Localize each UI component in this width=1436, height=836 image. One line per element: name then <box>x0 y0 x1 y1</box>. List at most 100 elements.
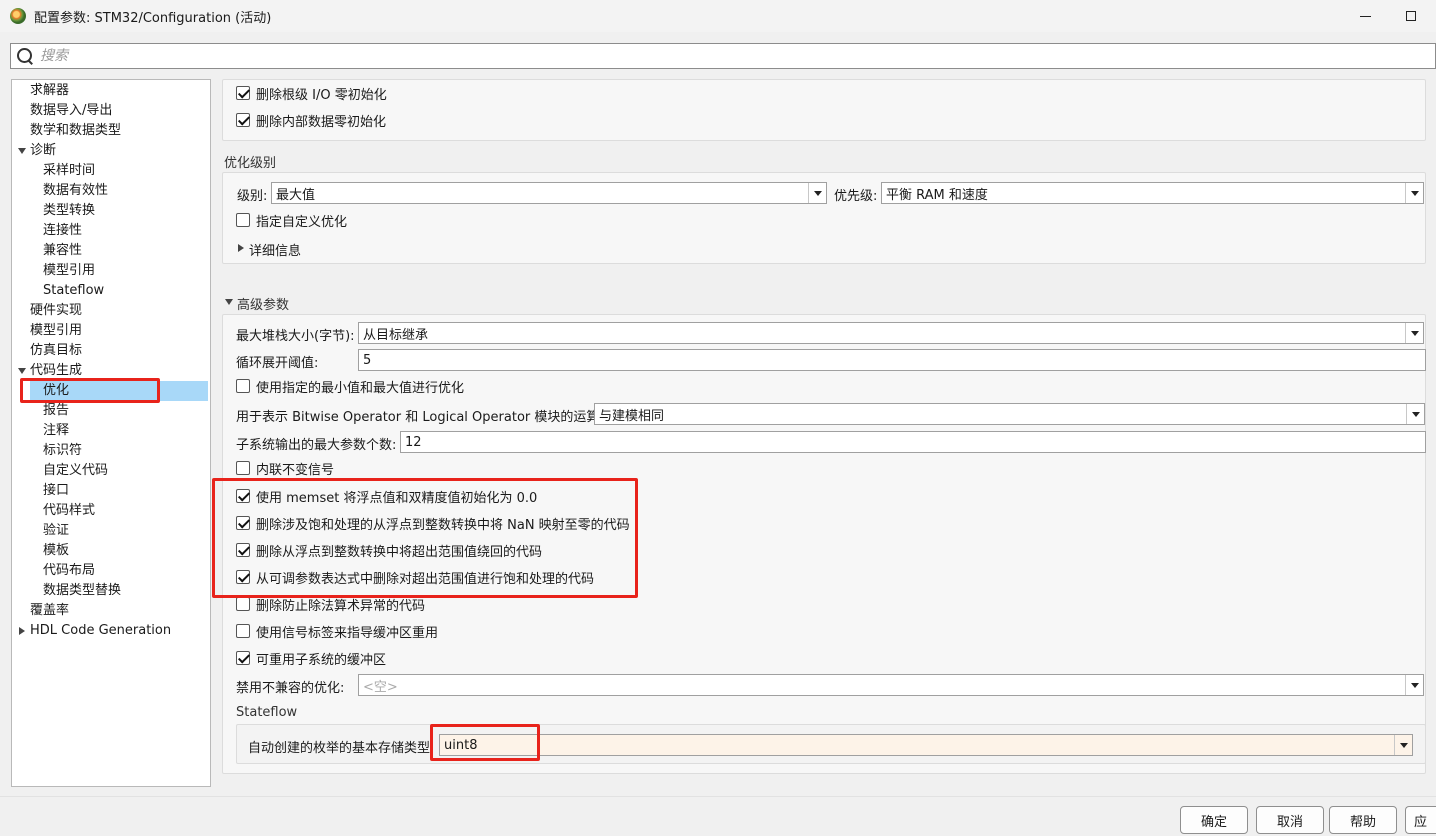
use-minmax-label: 使用指定的最小值和最大值进行优化 <box>256 380 465 396</box>
enum-type-label: 自动创建的枚举的基本存储类型 <box>248 741 431 756</box>
div-exception-checkbox[interactable] <box>236 597 250 611</box>
max-args-label: 子系统输出的最大参数个数: <box>236 438 397 453</box>
memset-checkbox[interactable] <box>236 489 250 503</box>
memset-row: 使用 memset 将浮点值和双精度值初始化为 0.0 <box>236 486 537 506</box>
tree-item-data-type-replacement[interactable]: 数据类型替换 <box>43 581 121 601</box>
tree-item-compatibility[interactable]: 兼容性 <box>43 241 82 261</box>
help-button[interactable]: 帮助 <box>1329 806 1397 834</box>
window-title: 配置参数: STM32/Configuration (活动) <box>34 10 272 26</box>
wrap-code-row: 删除从浮点到整数转换中将超出范围值绕回的代码 <box>236 540 542 560</box>
signal-label-buffer-checkbox[interactable] <box>236 624 250 638</box>
inline-invariant-checkbox[interactable] <box>236 461 250 475</box>
search-icon <box>16 47 34 65</box>
priority-select[interactable]: 平衡 RAM 和速度 <box>881 182 1424 204</box>
max-stack-label: 最大堆栈大小(字节): <box>236 329 355 344</box>
max-stack-select[interactable]: 从目标继承 <box>358 322 1424 344</box>
dropdown-icon <box>1405 675 1423 695</box>
tree-item-connectivity[interactable]: 连接性 <box>43 221 82 241</box>
root-io-zero-init-label: 删除根级 I/O 零初始化 <box>256 87 387 103</box>
minimize-button[interactable] <box>1342 0 1388 32</box>
loop-unroll-input[interactable]: 5 <box>358 349 1426 371</box>
tree-item-stateflow-diag[interactable]: Stateflow <box>43 281 104 301</box>
max-args-input[interactable]: 12 <box>400 431 1426 453</box>
dropdown-icon <box>1405 183 1423 203</box>
inline-invariant-label: 内联不变信号 <box>256 462 335 478</box>
internal-zero-init-checkbox[interactable] <box>236 113 250 127</box>
root-io-zero-init-checkbox[interactable] <box>236 86 250 100</box>
enum-type-select[interactable]: uint8 <box>439 734 1413 756</box>
loop-unroll-value: 5 <box>363 352 372 368</box>
root-io-zero-init-row: 删除根级 I/O 零初始化 <box>236 83 387 103</box>
cancel-button[interactable]: 取消 <box>1256 806 1324 834</box>
title-bar: 配置参数: STM32/Configuration (活动) <box>0 0 1436 32</box>
top-checks-group <box>222 79 1426 141</box>
tree-item-verification[interactable]: 验证 <box>43 521 69 541</box>
custom-opt-row: 指定自定义优化 <box>236 210 347 230</box>
level-select[interactable]: 最大值 <box>271 182 827 204</box>
tree-item-model-referencing[interactable]: 模型引用 <box>30 321 82 341</box>
tree-item-optimization[interactable]: 优化 <box>43 381 69 401</box>
category-tree: 求解器 数据导入/导出 数学和数据类型 诊断 采样时间 数据有效性 类型转换 连… <box>11 79 211 787</box>
advanced-title: 高级参数 <box>237 298 290 313</box>
tree-item-data-import-export[interactable]: 数据导入/导出 <box>30 101 112 121</box>
tunable-sat-checkbox[interactable] <box>236 570 250 584</box>
custom-opt-checkbox[interactable] <box>236 213 250 227</box>
level-label: 级别: <box>237 189 268 204</box>
opt-level-title: 优化级别 <box>224 156 277 171</box>
bitwise-value: 与建模相同 <box>599 408 665 424</box>
nan-to-zero-row: 删除涉及饱和处理的从浮点到整数转换中将 NaN 映射至零的代码 <box>236 513 630 533</box>
tree-item-comments[interactable]: 注释 <box>43 421 69 441</box>
tree-item-solver[interactable]: 求解器 <box>30 81 69 101</box>
internal-zero-init-row: 删除内部数据零初始化 <box>236 110 386 130</box>
reuse-buffer-row: 可重用子系统的缓冲区 <box>236 648 386 668</box>
div-exception-label: 删除防止除法算术异常的代码 <box>256 598 426 614</box>
tree-item-model-referencing-diag[interactable]: 模型引用 <box>43 261 95 281</box>
tree-item-code-style[interactable]: 代码样式 <box>43 501 95 521</box>
level-value: 最大值 <box>276 187 316 203</box>
tree-item-code-generation[interactable]: 代码生成 <box>30 361 82 381</box>
maximize-button[interactable] <box>1388 0 1434 32</box>
disable-incompat-select[interactable]: <空> <box>358 674 1424 696</box>
nan-to-zero-checkbox[interactable] <box>236 516 250 530</box>
reuse-buffer-label: 可重用子系统的缓冲区 <box>256 652 387 668</box>
wrap-code-checkbox[interactable] <box>236 543 250 557</box>
bitwise-select[interactable]: 与建模相同 <box>594 403 1425 425</box>
tree-item-hardware-impl[interactable]: 硬件实现 <box>30 301 82 321</box>
tree-item-templates[interactable]: 模板 <box>43 541 69 561</box>
tree-item-identifiers[interactable]: 标识符 <box>43 441 82 461</box>
tree-item-data-validity[interactable]: 数据有效性 <box>43 181 108 201</box>
use-minmax-checkbox[interactable] <box>236 379 250 393</box>
tree-item-custom-code[interactable]: 自定义代码 <box>43 461 108 481</box>
dropdown-icon <box>1394 735 1412 755</box>
internal-zero-init-label: 删除内部数据零初始化 <box>256 114 387 130</box>
disable-incompat-value: <空> <box>363 679 398 695</box>
tree-item-hdl-code-generation[interactable]: HDL Code Generation <box>30 621 171 641</box>
tree-item-report[interactable]: 报告 <box>43 401 69 421</box>
settings-panel: 删除根级 I/O 零初始化 删除内部数据零初始化 优化级别 级别: 最大值 优先… <box>221 79 1436 787</box>
tree-item-coverage[interactable]: 覆盖率 <box>30 601 69 621</box>
tree-item-sim-target[interactable]: 仿真目标 <box>30 341 82 361</box>
priority-label: 优先级: <box>834 189 878 204</box>
memset-label: 使用 memset 将浮点值和双精度值初始化为 0.0 <box>256 490 538 506</box>
tree-item-math-data-types[interactable]: 数学和数据类型 <box>30 121 121 141</box>
tree-item-type-conversion[interactable]: 类型转换 <box>43 201 95 221</box>
search-input[interactable] <box>40 48 640 64</box>
details-expand-icon[interactable] <box>238 244 244 252</box>
tree-item-code-placement[interactable]: 代码布局 <box>43 561 95 581</box>
tree-item-interface[interactable]: 接口 <box>43 481 69 501</box>
wrap-code-label: 删除从浮点到整数转换中将超出范围值绕回的代码 <box>256 544 543 560</box>
tree-item-diagnostics[interactable]: 诊断 <box>30 141 56 161</box>
expand-arrow-icon[interactable] <box>18 368 26 374</box>
advanced-collapse-icon[interactable] <box>225 299 233 305</box>
tree-item-sample-time[interactable]: 采样时间 <box>43 161 95 181</box>
maximize-icon <box>1406 11 1416 21</box>
inline-invariant-row: 内联不变信号 <box>236 458 334 478</box>
details-label[interactable]: 详细信息 <box>249 240 301 259</box>
expand-arrow-icon[interactable] <box>18 148 26 154</box>
ok-button[interactable]: 确定 <box>1180 806 1248 834</box>
matlab-icon <box>10 8 26 24</box>
reuse-buffer-checkbox[interactable] <box>236 651 250 665</box>
custom-opt-label: 指定自定义优化 <box>256 214 348 230</box>
apply-button[interactable]: 应 <box>1405 806 1436 834</box>
collapse-arrow-icon[interactable] <box>19 627 25 635</box>
